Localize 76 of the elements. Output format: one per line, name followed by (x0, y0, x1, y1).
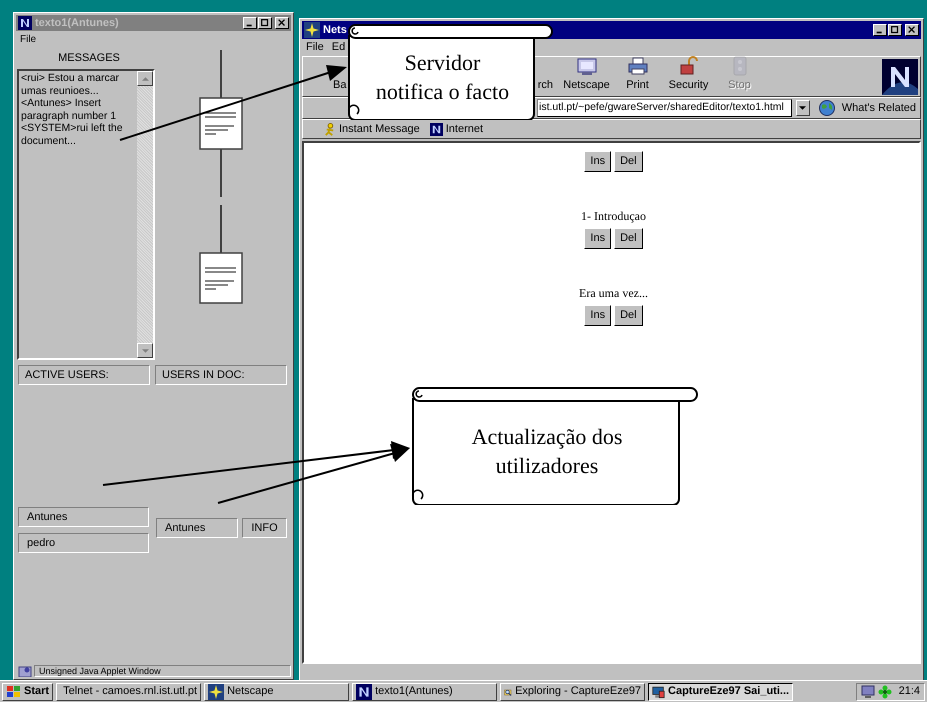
maximize-icon[interactable] (888, 24, 902, 36)
globe-icon (818, 99, 838, 117)
scroll-up-button[interactable] (137, 71, 153, 86)
insert-button[interactable]: Ins (584, 228, 612, 249)
message-line: <SYSTEM>rui left the (21, 122, 124, 134)
toolbar-button[interactable]: Print (612, 58, 663, 96)
callout-text: Actualização dos (472, 423, 622, 451)
close-icon[interactable] (275, 17, 289, 29)
location-field[interactable]: ist.utl.pt/~pefe/gwareServer/sharedEditor/texto1.html (537, 99, 792, 117)
clock: 21:4 (898, 684, 920, 700)
users-in-doc-label: USERS IN DOC: (155, 365, 287, 385)
info-button[interactable]: INFO (242, 518, 287, 538)
down-arrow-icon (142, 348, 148, 352)
start-button[interactable]: Start (2, 682, 54, 700)
location-url: ist.utl.pt/~pefe/gwareServer/sharedEditor/texto1.html (538, 100, 785, 116)
insert-button[interactable]: Ins (584, 305, 612, 326)
menu-item[interactable]: File (306, 39, 324, 56)
up-arrow-icon (142, 76, 148, 80)
message-line: document... (21, 134, 77, 147)
insert-button[interactable]: Ins (584, 151, 612, 172)
minimize-icon[interactable] (873, 24, 887, 36)
bookmark-button[interactable]: Internet (430, 120, 484, 138)
monitor-icon (576, 56, 598, 76)
close-icon[interactable] (905, 24, 919, 36)
padlock-icon (678, 56, 700, 76)
active-user-item[interactable]: Antunes (18, 507, 149, 527)
paragraph-text: Era uma vez... (579, 285, 648, 301)
applet-warning-icon (18, 665, 32, 677)
callout-text: notifica o facto (376, 78, 510, 106)
message-line: umas reunioes... (21, 84, 100, 97)
taskbar-button[interactable]: texto1(Antunes) (352, 682, 498, 700)
toolbar-button[interactable]: Security (663, 58, 714, 96)
doc-user-item[interactable]: Antunes (156, 518, 238, 538)
maximize-icon[interactable] (258, 17, 272, 29)
callout-text: utilizadores (496, 452, 598, 480)
message-line: paragraph number 1 (21, 110, 118, 122)
menu-item[interactable]: File (20, 32, 36, 46)
minimize-icon[interactable] (243, 17, 257, 29)
paragraph-text: 1- Introduçao (581, 208, 646, 224)
scrollbar[interactable] (137, 71, 153, 358)
active-users-label: ACTIVE USERS: (18, 365, 150, 385)
message-line: <rui> Estou a marcar (21, 72, 120, 84)
dropdown-arrow-icon (799, 106, 806, 110)
delete-button[interactable]: Del (614, 305, 643, 326)
scroll-down-button[interactable] (137, 343, 153, 358)
n-logo-icon (430, 122, 443, 136)
menu-item[interactable]: Ed (332, 39, 346, 56)
running-figure-icon (323, 122, 336, 136)
window-title: Nets (323, 22, 348, 38)
monitor-icon (652, 684, 666, 700)
toolbar-button[interactable]: rch (538, 76, 553, 93)
toolbar-button[interactable]: Netscape (561, 58, 612, 96)
toolbar-button[interactable]: Ba (333, 76, 346, 93)
callout-text: Servidor (404, 49, 480, 77)
n-logo-icon (882, 58, 918, 94)
location-dropdown[interactable] (796, 100, 810, 116)
starburst-icon (208, 684, 224, 700)
tray-monitor-icon (860, 684, 875, 698)
flower-icon (878, 684, 892, 698)
starburst-icon (304, 22, 320, 38)
taskbar-button[interactable]: CaptureEze97 Sai_uti... (648, 682, 794, 700)
taskbar-button[interactable]: Exploring - CaptureEze97 (500, 682, 646, 700)
delete-button[interactable]: Del (614, 151, 643, 172)
window-title: texto1(Antunes) (35, 16, 120, 31)
n-logo-icon (356, 684, 372, 700)
windows-logo-icon (6, 684, 22, 698)
n-logo-icon (18, 16, 32, 30)
applet-status: Unsigned Java Applet Window (34, 665, 291, 677)
delete-button[interactable]: Del (614, 228, 643, 249)
messages-label: MESSAGES (57, 52, 120, 65)
message-line: <Antunes> Insert (21, 97, 102, 110)
taskbar-button[interactable]: Netscape (204, 682, 350, 700)
whats-related-button[interactable]: What's Related (842, 100, 916, 116)
taskbar-button[interactable]: Telnet - camoes.rnl.ist.utl.pt (56, 682, 202, 700)
active-user-item[interactable]: pedro (18, 533, 149, 553)
bookmark-button[interactable]: Instant Message (323, 120, 420, 138)
